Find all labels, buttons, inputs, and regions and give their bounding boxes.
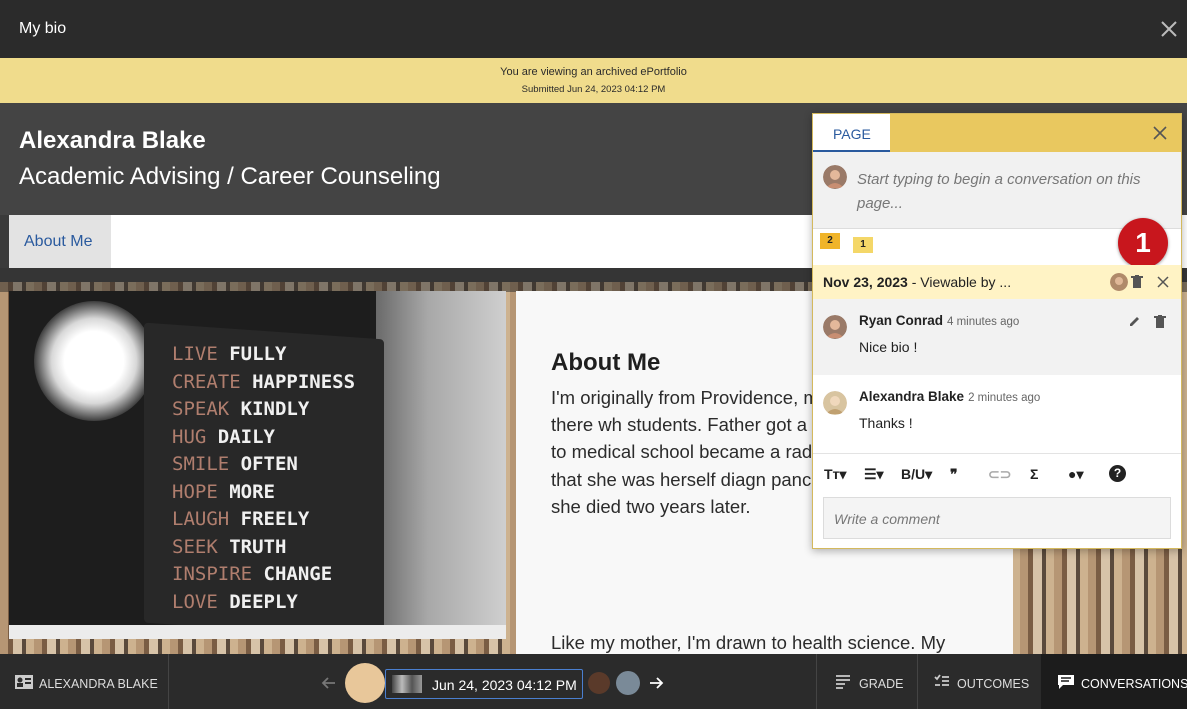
student-avatar[interactable] [616, 671, 640, 695]
text-size-button[interactable]: Tт▾ [824, 466, 846, 483]
close-panel-icon[interactable] [1153, 126, 1167, 140]
comment-placeholder: Write a comment [834, 511, 940, 527]
annotation-flag[interactable]: 2 [820, 233, 840, 249]
tab-page-label: PAGE [833, 126, 871, 142]
pencil-icon[interactable] [1128, 315, 1141, 328]
user-label: ALEXANDRA BLAKE [39, 677, 158, 691]
tab-page[interactable]: PAGE [813, 114, 890, 152]
student-avatar[interactable] [588, 672, 610, 694]
bottom-bar: ALEXANDRA BLAKE Jun 24, 2023 04:12 PM GR… [0, 654, 1187, 709]
panel-tab-bar: PAGE [813, 114, 1181, 152]
book-line: HOPE MORE [172, 480, 275, 503]
owner-role: Academic Advising / Career Counseling [19, 163, 441, 190]
submission-date: Jun 24, 2023 04:12 PM [432, 677, 577, 693]
grade-icon [836, 675, 850, 689]
nav-tab-label: About Me [24, 233, 93, 250]
book-line: SMILE OFTEN [172, 453, 298, 475]
book-line: CREATE HAPPINESS [172, 370, 356, 393]
participant-avatar [1110, 273, 1128, 291]
quote-button[interactable]: ❞ [950, 466, 958, 483]
editor-toolbar: Tт▾ ☰▾ B/U▾ ❞ ⊂⊃ Σ ●▾ ? [813, 453, 1181, 493]
submission-thumbnail [392, 675, 422, 693]
author-avatar [823, 315, 847, 339]
book-line: LOVE DEEPLY [172, 590, 298, 613]
outcomes-icon [934, 674, 949, 686]
book-line: SEEK TRUTH [172, 535, 287, 558]
message-time: 4 minutes ago [947, 316, 1020, 328]
archive-message: You are viewing an archived ePortfolio [500, 66, 687, 78]
book-line: LAUGH FREELY [172, 508, 310, 530]
annotation-flag[interactable]: 1 [853, 237, 873, 253]
bold-underline-button[interactable]: B/U▾ [901, 466, 932, 483]
content-heading: About Me [551, 349, 661, 376]
book-line: LIVE FULLY [172, 343, 287, 365]
book-photo: LIVE FULLY CREATE HAPPINESS SPEAK KINDLY… [9, 291, 506, 639]
window-title: My bio [19, 20, 67, 37]
photo-wall [376, 291, 506, 639]
nav-tab-about-me[interactable]: About Me [9, 215, 111, 268]
message-time: 2 minutes ago [968, 392, 1041, 404]
list-button[interactable]: ☰▾ [864, 466, 884, 483]
author-avatar [823, 391, 847, 415]
thread-header[interactable]: Nov 23, 2023 - Viewable by ... [813, 265, 1181, 299]
thread-visibility: - Viewable by ... [907, 274, 1012, 290]
message: Ryan Conrad 4 minutes ago Nice bio ! [813, 299, 1181, 375]
grade-button[interactable]: GRADE [816, 654, 916, 709]
book-line: HUG DAILY [172, 425, 275, 448]
comment-input[interactable]: Write a comment [823, 497, 1171, 539]
trash-icon[interactable] [1131, 275, 1143, 288]
thread-title: Nov 23, 2023 - Viewable by ... [823, 274, 1011, 290]
help-icon[interactable]: ? [1109, 465, 1126, 482]
trash-icon[interactable] [1154, 315, 1166, 328]
close-thread-icon[interactable] [1157, 276, 1169, 288]
book-line: SPEAK KINDLY [172, 398, 310, 420]
message-author: Alexandra Blake 2 minutes ago [859, 389, 1041, 404]
arrow-right-icon[interactable] [647, 674, 665, 692]
owner-name: Alexandra Blake [19, 127, 206, 154]
conversations-button[interactable]: CONVERSATIONS [1041, 654, 1187, 709]
thread-date: Nov 23, 2023 [823, 274, 908, 290]
chat-icon [1058, 675, 1074, 689]
message-text: Nice bio ! [859, 339, 918, 355]
message-text: Thanks ! [859, 415, 913, 431]
new-conversation-area[interactable]: Start typing to begin a conversation on … [813, 152, 1181, 229]
outcomes-label: OUTCOMES [957, 677, 1030, 691]
message: Alexandra Blake 2 minutes ago Thanks ! [813, 375, 1181, 453]
submission-selector[interactable]: Jun 24, 2023 04:12 PM [385, 669, 583, 699]
current-user-avatar [823, 165, 847, 189]
conversations-label: CONVERSATIONS [1081, 677, 1187, 691]
photo-shelf [9, 625, 506, 639]
close-icon[interactable] [1157, 17, 1181, 41]
compose-placeholder: Start typing to begin a conversation on … [857, 171, 1141, 212]
title-bar: My bio [0, 0, 1187, 58]
archive-banner: You are viewing an archived ePortfolio S… [0, 58, 1187, 103]
book-text: LIVE FULLY CREATE HAPPINESS SPEAK KINDLY… [172, 341, 355, 616]
submission-timestamp: Submitted Jun 24, 2023 04:12 PM [521, 84, 666, 95]
conversation-panel: PAGE Start typing to begin a conversatio… [812, 113, 1182, 549]
light-glow [34, 301, 154, 421]
grade-label: GRADE [859, 677, 904, 691]
student-avatar[interactable] [345, 663, 385, 703]
palette-icon[interactable]: ●▾ [1068, 466, 1083, 483]
app-root: My bio You are viewing an archived ePort… [0, 0, 1187, 709]
equation-button[interactable]: Σ [1030, 466, 1038, 482]
user-card-icon [15, 675, 33, 689]
arrow-left-icon[interactable] [320, 674, 338, 692]
content-paragraph: Like my mother, I'm drawn to health scie… [551, 632, 946, 653]
message-author: Ryan Conrad 4 minutes ago [859, 313, 1020, 328]
outcomes-button[interactable]: OUTCOMES [917, 654, 1041, 709]
book-line: INSPIRE CHANGE [172, 563, 333, 585]
user-button[interactable]: ALEXANDRA BLAKE [0, 654, 169, 709]
link-icon[interactable]: ⊂⊃ [988, 466, 1011, 483]
step-badge: 1 [1118, 218, 1168, 268]
